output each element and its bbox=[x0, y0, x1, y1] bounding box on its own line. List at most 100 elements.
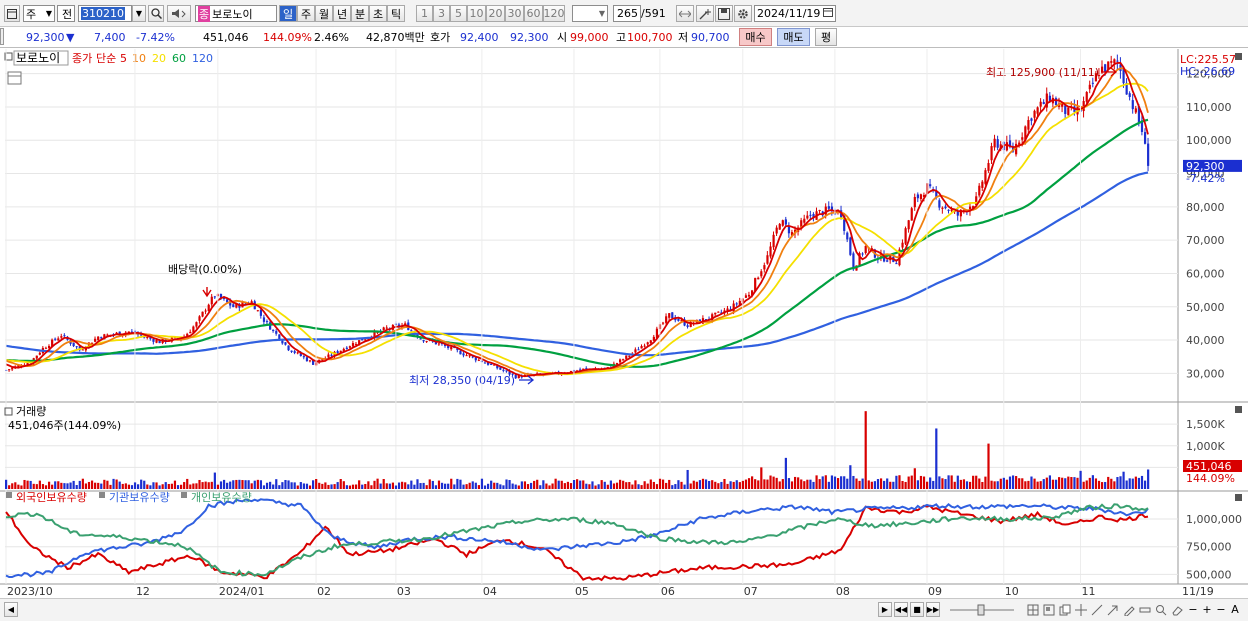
code-dropdown-chevron-icon[interactable]: ▼ bbox=[132, 5, 146, 22]
rewind-icon[interactable]: ◀◀ bbox=[894, 602, 908, 617]
count-input[interactable]: 265 bbox=[613, 5, 641, 22]
period-tab[interactable]: 분 bbox=[351, 5, 369, 22]
period-tab[interactable]: 일 bbox=[279, 5, 297, 22]
candle-body bbox=[993, 138, 996, 148]
stock-name-field[interactable]: 종 보로노이 bbox=[195, 5, 277, 22]
volume-bar bbox=[729, 481, 732, 489]
period-tab[interactable]: 틱 bbox=[387, 5, 405, 22]
volume-bar bbox=[63, 483, 66, 489]
volume-bar bbox=[419, 483, 422, 489]
volume-bar bbox=[852, 475, 855, 489]
speaker-icon[interactable] bbox=[167, 5, 191, 22]
volume-bar bbox=[643, 481, 646, 489]
volume-bar bbox=[818, 479, 821, 489]
pen-icon[interactable] bbox=[1122, 602, 1136, 617]
volume-bar bbox=[493, 482, 496, 489]
zoom-out-button[interactable]: − bbox=[1186, 602, 1200, 617]
mode-field[interactable]: 전 bbox=[57, 5, 75, 22]
grid-icon[interactable] bbox=[1026, 602, 1040, 617]
arrow-tool-icon[interactable] bbox=[1106, 602, 1120, 617]
stop-icon[interactable]: ■ bbox=[910, 602, 924, 617]
market-select[interactable]: 주 ▼ bbox=[23, 5, 55, 22]
volume-bar bbox=[198, 479, 201, 489]
crosshair-icon[interactable] bbox=[1074, 602, 1088, 617]
down-arrow-icon: ▼ bbox=[66, 31, 75, 44]
minute-tab[interactable]: 1 bbox=[416, 5, 433, 22]
minute-tab[interactable]: 30 bbox=[505, 5, 524, 22]
volume-bar bbox=[90, 480, 94, 489]
ask-label: 호가 bbox=[430, 31, 451, 44]
period-tab[interactable]: 년 bbox=[333, 5, 351, 22]
volume-bar bbox=[201, 482, 204, 489]
volume-bar bbox=[926, 481, 929, 489]
copy-icon[interactable] bbox=[1058, 602, 1072, 617]
layout-icon[interactable] bbox=[1042, 602, 1056, 617]
fast-forward-icon[interactable]: ▶▶ bbox=[926, 602, 940, 617]
volume-bar bbox=[47, 481, 51, 489]
period-tab[interactable]: 주 bbox=[297, 5, 315, 22]
interval-select[interactable]: ▼ bbox=[572, 5, 608, 22]
search-icon[interactable] bbox=[148, 5, 164, 22]
ruler-icon[interactable] bbox=[1138, 602, 1152, 617]
sell-button[interactable]: 매도 bbox=[777, 28, 810, 46]
volume-bar bbox=[336, 482, 339, 489]
series-marker-icon bbox=[181, 492, 187, 498]
volume-bar bbox=[701, 478, 705, 489]
scroll-left-arrow-icon[interactable]: ◀ bbox=[4, 602, 18, 617]
save-icon[interactable] bbox=[715, 5, 733, 22]
stock-code-input[interactable]: 310210 bbox=[78, 5, 132, 22]
volume-bar bbox=[913, 468, 916, 489]
candle-body bbox=[1104, 64, 1107, 73]
auto-button[interactable]: A bbox=[1228, 602, 1242, 617]
minute-tab[interactable]: 10 bbox=[467, 5, 486, 22]
candle-body bbox=[907, 220, 910, 230]
candle-body bbox=[901, 242, 904, 248]
eraser-icon[interactable] bbox=[1170, 602, 1184, 617]
buy-button[interactable]: 매수 bbox=[739, 28, 772, 46]
holding-legend-1: 기관보유수량 bbox=[109, 491, 170, 504]
candle-body bbox=[1085, 92, 1088, 102]
minus-button[interactable]: − bbox=[1214, 602, 1228, 617]
stock-chart[interactable]: 30,00040,00050,00060,00070,00080,00090,0… bbox=[0, 49, 1248, 598]
gear-icon[interactable] bbox=[734, 5, 752, 22]
flat-button[interactable]: 평 bbox=[815, 28, 837, 46]
volume-bar bbox=[511, 483, 514, 489]
volume-bar bbox=[213, 472, 216, 489]
minute-tab[interactable]: 20 bbox=[486, 5, 505, 22]
period-tab[interactable]: 월 bbox=[315, 5, 333, 22]
zoom-in-button[interactable]: + bbox=[1200, 602, 1214, 617]
magnifier-icon[interactable] bbox=[1154, 602, 1168, 617]
date-input[interactable]: 2024/11/19 bbox=[754, 5, 836, 22]
volume-bar bbox=[1143, 480, 1147, 489]
period-tab[interactable]: 초 bbox=[369, 5, 387, 22]
volume-bar bbox=[870, 481, 873, 489]
volume-bar bbox=[1054, 479, 1058, 489]
candle-body bbox=[803, 218, 806, 223]
collapse-handle[interactable] bbox=[0, 28, 4, 45]
volume-bar bbox=[757, 480, 760, 489]
high-annotation: 최고 125,900 (11/11) bbox=[986, 66, 1099, 79]
volume-bar bbox=[321, 483, 324, 489]
play-icon[interactable]: ▶ bbox=[878, 602, 892, 617]
minute-tab[interactable]: 5 bbox=[450, 5, 467, 22]
candle-body bbox=[505, 370, 508, 372]
volume-bar bbox=[238, 479, 241, 489]
volume-bar bbox=[351, 484, 355, 489]
candle-body bbox=[787, 226, 791, 234]
draw-tool-icon[interactable] bbox=[696, 5, 714, 22]
window-icon[interactable] bbox=[4, 5, 20, 22]
volume-bar bbox=[354, 484, 358, 489]
minute-tabs: 1 3 5 10 20 30 60 120 bbox=[416, 5, 565, 22]
candle-body bbox=[1143, 132, 1147, 144]
trend-line-icon[interactable] bbox=[1090, 602, 1104, 617]
volume-bar bbox=[536, 479, 539, 489]
candle-body bbox=[210, 296, 213, 305]
minute-tab[interactable]: 3 bbox=[433, 5, 450, 22]
volume-bar bbox=[938, 476, 941, 489]
x-tick-label: 10 bbox=[1005, 585, 1019, 598]
minute-tab[interactable]: 120 bbox=[543, 5, 565, 22]
pan-icon[interactable] bbox=[676, 5, 694, 22]
volume-bar bbox=[265, 482, 269, 489]
zoom-slider[interactable] bbox=[948, 602, 1016, 617]
minute-tab[interactable]: 60 bbox=[524, 5, 543, 22]
